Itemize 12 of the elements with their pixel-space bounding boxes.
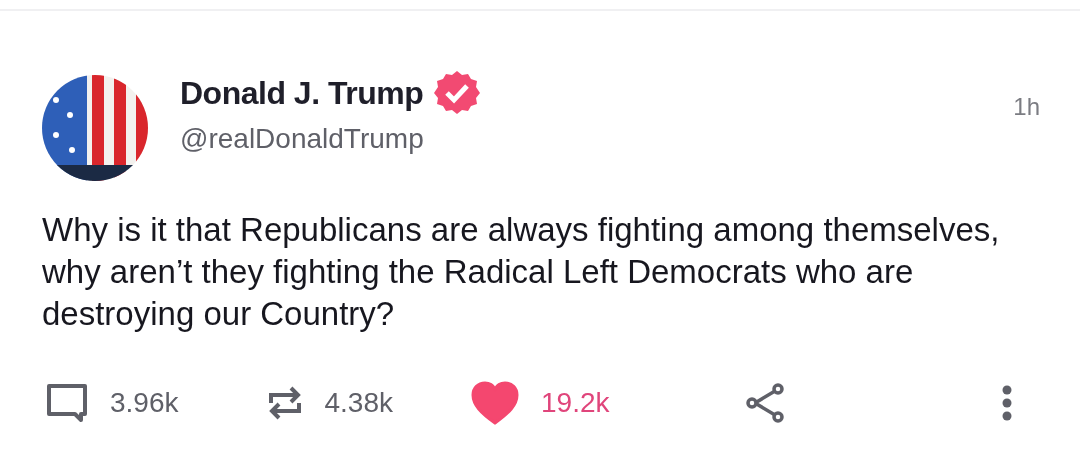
comment-icon <box>46 383 88 423</box>
reply-button[interactable]: 3.96k <box>46 383 179 423</box>
post-text: Why is it that Republicans are always fighting among themselves, why aren’t they fighting the Radical Left Democrats who are destroying our Country? <box>42 210 1001 334</box>
author-name: Donald J. Trump <box>180 74 424 112</box>
more-button[interactable] <box>1002 385 1012 421</box>
repost-button[interactable]: 4.38k <box>266 383 393 423</box>
share-button[interactable] <box>745 383 786 423</box>
author-handle[interactable]: @realDonaldTrump <box>180 123 1014 155</box>
post-time: 1h <box>1013 93 1040 121</box>
more-icon <box>1002 385 1012 421</box>
share-icon <box>745 383 786 423</box>
like-button[interactable]: 19.2k <box>471 381 610 425</box>
